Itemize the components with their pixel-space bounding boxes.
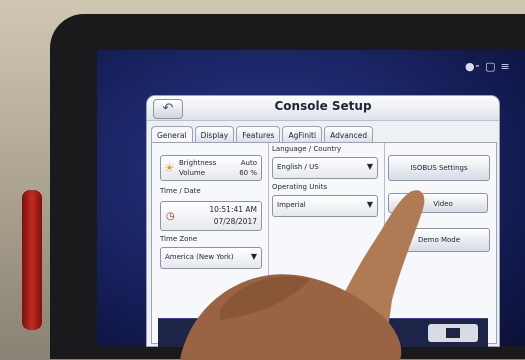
connection-icon: ●⁃ — [465, 60, 481, 73]
dialog-header: ↶ Console Setup — [147, 96, 499, 121]
hand-pointing — [180, 190, 425, 360]
dialog-title: Console Setup — [274, 99, 372, 113]
status-icons: ●⁃ ▢ ≡ — [465, 60, 510, 73]
window-icon: ▢ — [485, 60, 496, 73]
language-label: Language / Country — [272, 145, 342, 153]
menu-icon: ≡ — [500, 60, 510, 73]
red-object — [22, 190, 42, 330]
